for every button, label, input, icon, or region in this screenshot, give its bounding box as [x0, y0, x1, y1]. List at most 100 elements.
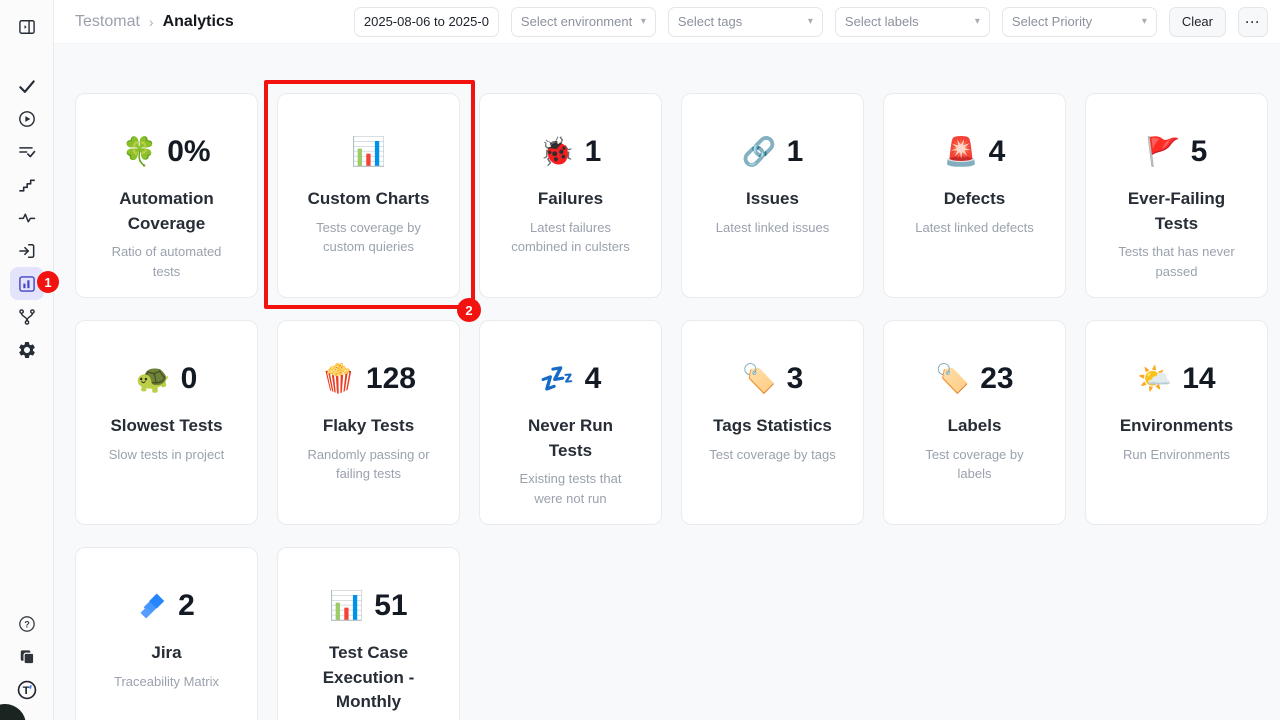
card-description: Latest failures combined in culsters — [480, 218, 661, 257]
card-flaky-tests[interactable]: 🍿 128 Flaky Tests Randomly passing or fai… — [277, 320, 460, 525]
card-value: 14 — [1182, 362, 1215, 396]
sun-cloud-emoji-icon: 🌤️ — [1137, 365, 1172, 393]
card-tags-statistics[interactable]: 🏷️3 Tags Statistics Test coverage by tag… — [681, 320, 864, 525]
testomat-logo-icon: T — [16, 679, 38, 701]
ladybug-emoji-icon: 🐞 — [540, 138, 575, 166]
card-title: Labels — [884, 414, 1065, 439]
environment-select-placeholder: Select environment — [521, 14, 632, 29]
card-title: Automation Coverage — [76, 187, 257, 236]
card-jira[interactable]: 2 Jira Traceability Matrix — [75, 547, 258, 720]
branch-icon — [17, 307, 37, 327]
tags-select-placeholder: Select tags — [678, 14, 742, 29]
card-title: Jira — [76, 641, 257, 666]
priority-select[interactable]: Select Priority ▾ — [1002, 7, 1157, 37]
environment-select[interactable]: Select environment ▾ — [511, 7, 656, 37]
card-title: Defects — [884, 187, 1065, 212]
filter-bar: 2025-08-06 to 2025-0 Select environment … — [354, 7, 1268, 37]
card-ever-failing-tests[interactable]: 🚩5 Ever-Failing Tests Tests that has nev… — [1085, 93, 1268, 298]
bar-chart-emoji-icon: 📊 — [329, 592, 364, 620]
card-issues[interactable]: 🔗1 Issues Latest linked issues — [681, 93, 864, 298]
card-description: Randomly passing or failing tests — [278, 445, 459, 484]
card-description: Slow tests in project — [76, 445, 257, 465]
popcorn-emoji-icon: 🍿 — [321, 365, 356, 393]
sidebar-item-pulse[interactable] — [10, 201, 44, 234]
sidebar-item-list-check[interactable] — [10, 135, 44, 168]
priority-select-placeholder: Select Priority — [1012, 14, 1092, 29]
sidebar-item-check[interactable] — [10, 69, 44, 102]
card-test-case-execution-monthly[interactable]: 📊 51 Test Case Execution - Monthly — [277, 547, 460, 720]
date-range-input[interactable]: 2025-08-06 to 2025-0 — [354, 7, 499, 37]
card-never-run-tests[interactable]: 💤 4 Never Run Tests Existing tests that w… — [479, 320, 662, 525]
card-description: Existing tests that were not run — [480, 469, 661, 508]
card-title: Tags Statistics — [682, 414, 863, 439]
label-emoji-icon: 🏷️ — [742, 365, 777, 393]
zzz-emoji-icon: 💤 — [540, 365, 575, 393]
card-value: 2 — [178, 589, 195, 623]
card-description: Traceability Matrix — [76, 672, 257, 692]
labels-select[interactable]: Select labels ▾ — [835, 7, 990, 37]
card-description: Ratio of automated tests — [76, 242, 257, 281]
stairs-icon — [17, 175, 37, 195]
card-description: Tests that has never passed — [1086, 242, 1267, 281]
card-value: 51 — [374, 589, 407, 623]
card-title: Issues — [682, 187, 863, 212]
card-title: Environments — [1086, 414, 1267, 439]
sidebar-item-help[interactable]: ? — [10, 607, 44, 640]
card-labels[interactable]: 🏷️23 Labels Test coverage by labels — [883, 320, 1066, 525]
chevron-down-icon: ▾ — [808, 16, 813, 27]
card-description: Tests coverage by custom quieries — [278, 218, 459, 257]
sidebar-item-panel-toggle[interactable] — [10, 10, 44, 43]
sign-in-icon — [17, 241, 37, 261]
card-description: Latest linked defects — [884, 218, 1065, 238]
chevron-down-icon: ▾ — [975, 16, 980, 27]
card-value: 128 — [366, 362, 416, 396]
card-value: 0% — [167, 135, 210, 169]
card-description: Latest linked issues — [682, 218, 863, 238]
card-title: Test Case Execution - Monthly — [278, 641, 459, 715]
card-value: 4 — [989, 135, 1006, 169]
chevron-down-icon: ▾ — [641, 16, 646, 27]
breadcrumb-page-title: Analytics — [163, 13, 234, 31]
breadcrumb: Testomat › Analytics — [75, 13, 234, 31]
card-title: Custom Charts — [278, 187, 459, 212]
card-failures[interactable]: 🐞1 Failures Latest failures combined in … — [479, 93, 662, 298]
labels-select-placeholder: Select labels — [845, 14, 919, 29]
breadcrumb-separator-icon: › — [149, 14, 154, 30]
card-value: 4 — [585, 362, 602, 396]
sidebar-item-sign-in[interactable] — [10, 234, 44, 267]
bar-chart-emoji-icon: 📊 — [351, 138, 386, 166]
more-options-button[interactable]: ··· — [1238, 7, 1268, 37]
play-circle-icon — [17, 109, 37, 129]
sidebar-item-copy[interactable] — [10, 640, 44, 673]
card-title: Never Run Tests — [480, 414, 661, 463]
link-emoji-icon: 🔗 — [742, 138, 777, 166]
analytics-card-grid: 🍀0% Automation Coverage Ratio of automat… — [75, 93, 1268, 720]
card-environments[interactable]: 🌤️14 Environments Run Environments — [1085, 320, 1268, 525]
card-automation-coverage[interactable]: 🍀0% Automation Coverage Ratio of automat… — [75, 93, 258, 298]
card-title: Failures — [480, 187, 661, 212]
card-value: 23 — [980, 362, 1013, 396]
chevron-down-icon: ▾ — [1142, 16, 1147, 27]
card-custom-charts[interactable]: 📊 Custom Charts Tests coverage by custom… — [277, 93, 460, 298]
check-icon — [17, 76, 37, 96]
sidebar-item-branch[interactable] — [10, 300, 44, 333]
sidebar-item-logo[interactable]: T — [10, 673, 44, 706]
sidebar-item-play[interactable] — [10, 102, 44, 135]
clear-button[interactable]: Clear — [1169, 7, 1226, 37]
breadcrumb-project[interactable]: Testomat — [75, 13, 140, 31]
pulse-icon — [17, 208, 37, 228]
card-title: Flaky Tests — [278, 414, 459, 439]
tags-select[interactable]: Select tags ▾ — [668, 7, 823, 37]
turtle-emoji-icon: 🐢 — [136, 365, 171, 393]
sidebar: ? T — [0, 0, 54, 720]
header: Testomat › Analytics 2025-08-06 to 2025-… — [54, 0, 1280, 44]
card-slowest-tests[interactable]: 🐢0 Slowest Tests Slow tests in project — [75, 320, 258, 525]
card-title: Slowest Tests — [76, 414, 257, 439]
sidebar-item-settings[interactable] — [10, 333, 44, 366]
card-title: Ever-Failing Tests — [1086, 187, 1267, 236]
card-defects[interactable]: 🚨4 Defects Latest linked defects — [883, 93, 1066, 298]
help-icon: ? — [17, 614, 37, 634]
sidebar-item-stairs[interactable] — [10, 168, 44, 201]
card-step-badge: 2 — [457, 298, 481, 322]
sidebar-step-badge: 1 — [37, 271, 59, 293]
